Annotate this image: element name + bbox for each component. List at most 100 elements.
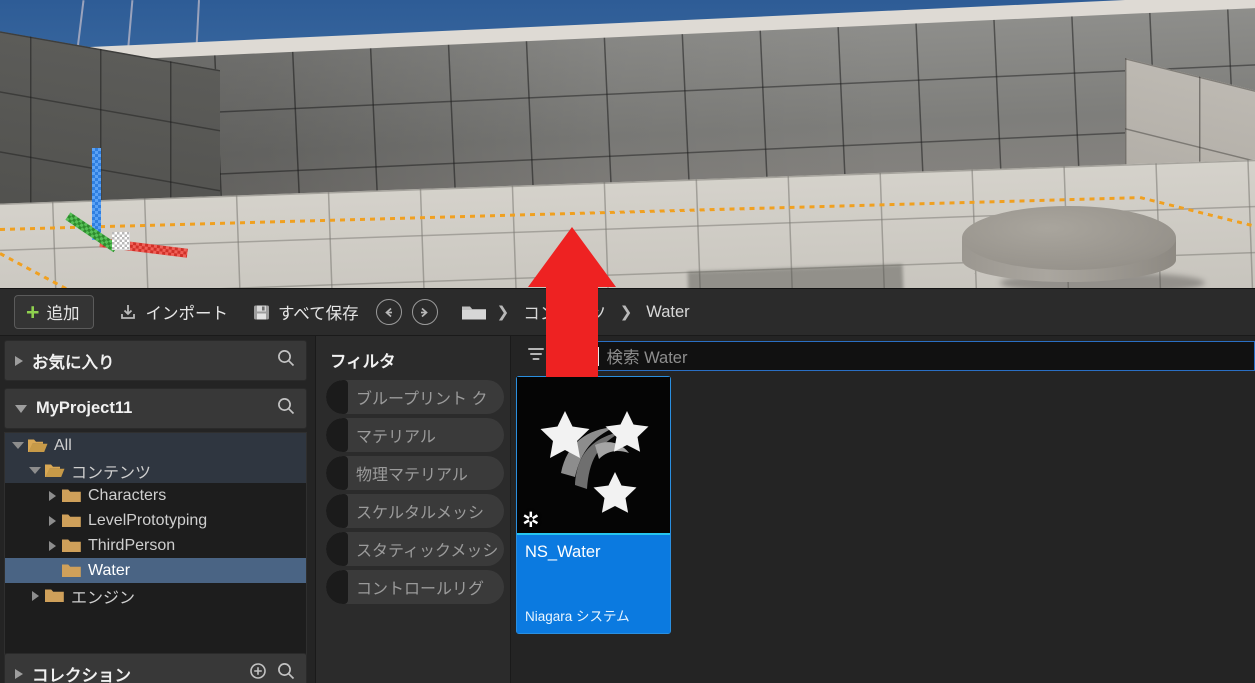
content-browser: + 追加 インポート すべて保存 ❯ コンテンツ ❯ Water お気に入り M… — [0, 288, 1255, 683]
text-caret — [597, 346, 599, 366]
chevron-right-icon — [15, 355, 23, 366]
breadcrumb-separator: ❯ — [496, 304, 510, 321]
search-input[interactable]: 検索 Water — [559, 341, 1255, 371]
project-label: MyProject11 — [36, 399, 133, 417]
breadcrumb-separator: ❯ — [619, 304, 633, 321]
asset-type: Niagara システム — [525, 609, 630, 624]
asset-status-strip — [511, 666, 1255, 683]
filter-toggle-knob[interactable] — [326, 418, 348, 452]
filter-list: ブループリント クマテリアル物理マテリアル スケルタルメッシ スタティックメッシ コン… — [316, 380, 510, 604]
tree-item-Characters[interactable]: Characters — [5, 483, 306, 508]
chevron-down-icon[interactable] — [26, 467, 44, 474]
project-header[interactable]: MyProject11 — [4, 388, 307, 429]
chevron-right-icon[interactable] — [43, 515, 61, 526]
tree-item-label: LevelPrototyping — [88, 511, 208, 529]
filter-pill-5[interactable]: コントロールリグ — [326, 570, 504, 604]
folder-icon — [45, 589, 64, 602]
tree-item-label: コンテンツ — [71, 464, 152, 482]
filter-toggle-knob[interactable] — [326, 570, 348, 604]
import-button[interactable]: インポート — [106, 295, 240, 329]
search-icon[interactable] — [276, 661, 296, 683]
tree-item-Water[interactable]: Water — [5, 558, 306, 583]
breadcrumb-item-water[interactable]: Water — [638, 303, 697, 322]
folder-open-icon — [45, 464, 65, 477]
filter-pill-1[interactable]: マテリアル — [326, 418, 504, 452]
gizmo-center-handle[interactable] — [112, 232, 130, 250]
import-tray-icon — [118, 302, 138, 322]
filter-pill-0[interactable]: ブループリント ク — [326, 380, 504, 414]
tree-item-ThirdPerson[interactable]: ThirdPerson — [5, 533, 306, 558]
folder-icon[interactable] — [461, 302, 487, 322]
tree-item-All[interactable]: All — [5, 433, 306, 458]
collections-label: コレクション — [32, 666, 131, 683]
save-all-label: すべて保存 — [277, 305, 359, 323]
breadcrumb: ❯ コンテンツ ❯ Water — [453, 300, 698, 324]
asset-tree[interactable]: All コンテンツ Characters LevelPrototyping ThirdP… — [4, 432, 307, 657]
favorites-label: お気に入り — [32, 353, 115, 372]
folder-icon — [62, 539, 81, 552]
navigate-forward-button[interactable] — [411, 299, 438, 325]
chevron-right-icon[interactable] — [43, 490, 61, 501]
floppy-disk-icon — [252, 303, 271, 322]
add-button-label: 追加 — [46, 305, 80, 323]
filters-title: フィルタ — [330, 353, 396, 371]
filter-pill-label: 物理マテリアル — [356, 467, 468, 484]
level-viewport[interactable] — [0, 0, 1255, 288]
filter-funnel-icon[interactable] — [519, 343, 553, 370]
tree-item-label: エンジン — [71, 589, 136, 607]
filter-pill-label: マテリアル — [356, 429, 436, 446]
filter-toggle-knob[interactable] — [326, 380, 348, 414]
tree-item-label: ThirdPerson — [88, 536, 176, 554]
filter-pill-3[interactable]: スケルタルメッシ — [326, 494, 504, 528]
filters-panel: フィルタ ブループリント クマテリアル物理マテリアル スケルタルメッシ スタティック… — [315, 336, 511, 683]
tree-item-エンジン[interactable]: エンジン — [5, 583, 306, 608]
import-button-label: インポート — [145, 305, 228, 323]
chevron-right-icon[interactable] — [43, 540, 61, 551]
chevron-down-icon[interactable] — [9, 442, 27, 449]
folder-icon — [62, 489, 81, 502]
tree-item-コンテンツ[interactable]: コンテンツ — [5, 458, 306, 483]
plus-circle-icon[interactable] — [248, 661, 268, 683]
asset-name: NS_Water — [525, 543, 601, 561]
filter-pill-label: コントロールリグ — [356, 581, 485, 598]
arrow-right-circle-icon — [421, 307, 428, 317]
search-placeholder: 検索 Water — [606, 349, 688, 367]
search-icon[interactable] — [276, 348, 296, 373]
asset-tile-grid: ✲ NS_Water Niagara システム — [511, 376, 1255, 634]
filter-toggle-knob[interactable] — [326, 456, 348, 490]
asset-label-area: NS_Water Niagara システム — [517, 533, 670, 633]
tree-item-label: Water — [88, 561, 131, 579]
content-browser-toolbar: + 追加 インポート すべて保存 ❯ コンテンツ ❯ Water — [0, 289, 1255, 336]
filter-pill-4[interactable]: スタティックメッシ — [326, 532, 504, 566]
filter-pill-label: スケルタルメッシ — [356, 505, 485, 522]
tree-item-label: Characters — [88, 486, 167, 504]
favorites-header[interactable]: お気に入り — [4, 340, 307, 381]
cylinder-prop-top — [962, 206, 1176, 270]
filter-pill-label: ブループリント ク — [356, 391, 488, 408]
asset-view-panel: 検索 Water ✲ NS_Water Niagara システム — [511, 336, 1255, 683]
asset-tile-ns-water[interactable]: ✲ NS_Water Niagara システム — [516, 376, 671, 634]
plus-icon: + — [26, 298, 40, 325]
navigate-back-button[interactable] — [375, 299, 402, 325]
unreal-editor-window: + 追加 インポート すべて保存 ❯ コンテンツ ❯ Water お気に入り M… — [0, 0, 1255, 683]
chevron-down-icon — [15, 404, 27, 413]
filter-pill-2[interactable]: 物理マテリアル — [326, 456, 504, 490]
asset-search-bar: 検索 Water — [511, 336, 1255, 376]
add-button[interactable]: + 追加 — [14, 295, 95, 329]
asset-thumbnail: ✲ — [517, 377, 670, 533]
search-icon[interactable] — [276, 396, 296, 421]
tree-item-label: All — [54, 436, 72, 454]
chevron-right-icon[interactable] — [26, 590, 44, 601]
save-all-button[interactable]: すべて保存 — [240, 295, 371, 329]
folder-icon — [62, 514, 81, 527]
tree-item-LevelPrototyping[interactable]: LevelPrototyping — [5, 508, 306, 533]
filter-toggle-knob[interactable] — [326, 494, 348, 528]
folder-open-icon — [28, 439, 48, 452]
asterisk-icon: ✲ — [522, 509, 540, 532]
filter-pill-label: スタティックメッシ — [356, 543, 499, 560]
collections-header[interactable]: コレクション — [4, 653, 307, 683]
sources-panel: お気に入り MyProject11 All コンテンツ Characters L… — [0, 336, 311, 683]
breadcrumb-item-content[interactable]: コンテンツ — [515, 300, 614, 324]
filter-toggle-knob[interactable] — [326, 532, 348, 566]
gizmo-z-axis[interactable] — [92, 148, 101, 240]
